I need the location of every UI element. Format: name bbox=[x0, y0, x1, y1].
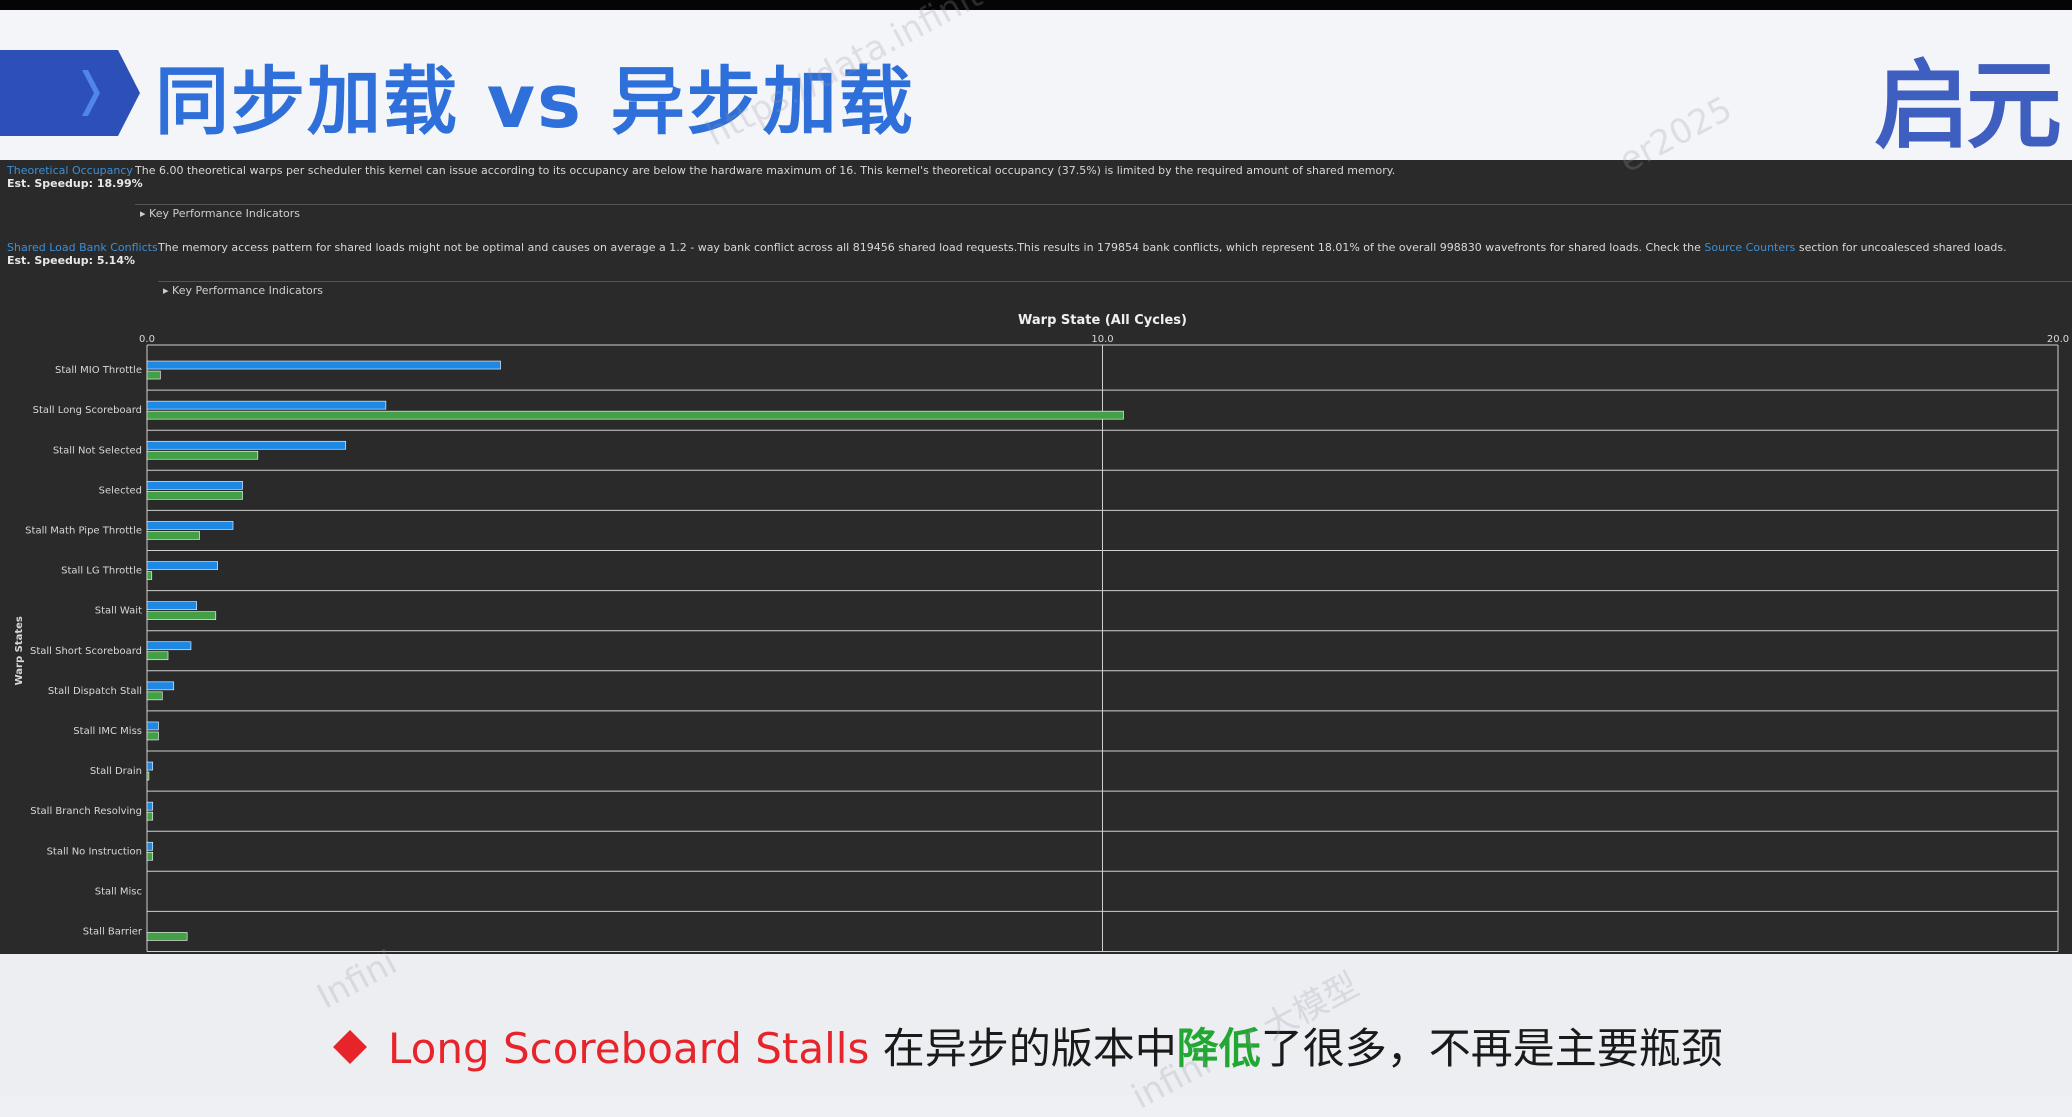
bar-blue bbox=[146, 561, 219, 570]
bar-blue bbox=[146, 641, 192, 651]
y-category-label: Stall No Instruction bbox=[47, 846, 142, 857]
bar-blue bbox=[146, 601, 197, 610]
bar-blue bbox=[146, 360, 501, 370]
bar-green bbox=[146, 851, 154, 861]
bar-green bbox=[146, 491, 243, 500]
y-category-label: Stall Branch Resolving bbox=[30, 806, 142, 817]
bar-blue bbox=[146, 481, 243, 490]
footer-text-1: 在异步的版本中 bbox=[869, 1024, 1177, 1073]
y-category-label: Stall MIO Throttle bbox=[55, 365, 142, 376]
y-category-label: Stall Short Scoreboard bbox=[30, 646, 142, 657]
y-category-label: Stall Barrier bbox=[83, 926, 143, 937]
bar-blue bbox=[146, 681, 175, 691]
y-category-label: Stall Wait bbox=[95, 606, 142, 617]
bar-blue bbox=[146, 841, 154, 851]
y-axis-label: Warp States bbox=[14, 616, 25, 685]
footer-caption: Long Scoreboard Stalls 在异步的版本中降低了很多，不再是主… bbox=[333, 1015, 1723, 1076]
bar-green bbox=[146, 571, 153, 580]
bar-blue bbox=[146, 801, 154, 811]
chart-title: Warp State (All Cycles) bbox=[1018, 313, 1187, 328]
bar-green bbox=[146, 932, 188, 941]
bar-green bbox=[146, 731, 159, 741]
x-tick-label: 10.0 bbox=[1091, 334, 1113, 345]
brand-logo: 启元 bbox=[1874, 50, 2062, 162]
bar-blue bbox=[146, 521, 234, 530]
bar-green bbox=[146, 811, 154, 821]
y-category-label: Stall Long Scoreboard bbox=[33, 405, 142, 416]
footer-highlight-red: Long Scoreboard Stalls bbox=[388, 1024, 870, 1073]
bar-green bbox=[146, 450, 259, 460]
y-category-label: Stall IMC Miss bbox=[73, 726, 142, 737]
y-category-label: Stall Drain bbox=[90, 766, 142, 777]
y-category-label: Selected bbox=[99, 485, 142, 496]
bar-green bbox=[146, 771, 150, 781]
y-category-label: Stall Misc bbox=[95, 886, 142, 897]
y-category-label: Stall Not Selected bbox=[53, 445, 142, 456]
bar-blue bbox=[146, 400, 387, 410]
diamond-bullet-icon bbox=[333, 1030, 367, 1064]
title-arrow-decoration bbox=[0, 50, 140, 136]
bar-green bbox=[146, 370, 161, 380]
footer-text-2: 了很多，不再是主要瓶颈 bbox=[1260, 1024, 1723, 1073]
bar-green bbox=[146, 611, 217, 620]
warp-state-chart: Warp State (All Cycles) 0.0 10.0 20.0 Stall … bbox=[14, 313, 2069, 952]
bar-green bbox=[146, 531, 200, 540]
bar-blue bbox=[146, 761, 154, 771]
x-tick-label: 0.0 bbox=[139, 334, 155, 345]
y-category-label: Stall LG Throttle bbox=[61, 566, 142, 577]
top-black-bar bbox=[0, 0, 2072, 10]
x-tick-label: 20.0 bbox=[2047, 334, 2069, 345]
bar-green bbox=[146, 410, 1124, 420]
bar-blue bbox=[146, 440, 347, 450]
y-category-label: Stall Math Pipe Throttle bbox=[25, 525, 142, 536]
y-category-label: Stall Dispatch Stall bbox=[48, 686, 142, 697]
bar-green bbox=[146, 691, 163, 701]
profiler-panel: Theoretical Occupancy Est. Speedup: 18.9… bbox=[0, 160, 2072, 954]
bar-blue bbox=[146, 721, 159, 731]
bar-green bbox=[146, 651, 169, 661]
